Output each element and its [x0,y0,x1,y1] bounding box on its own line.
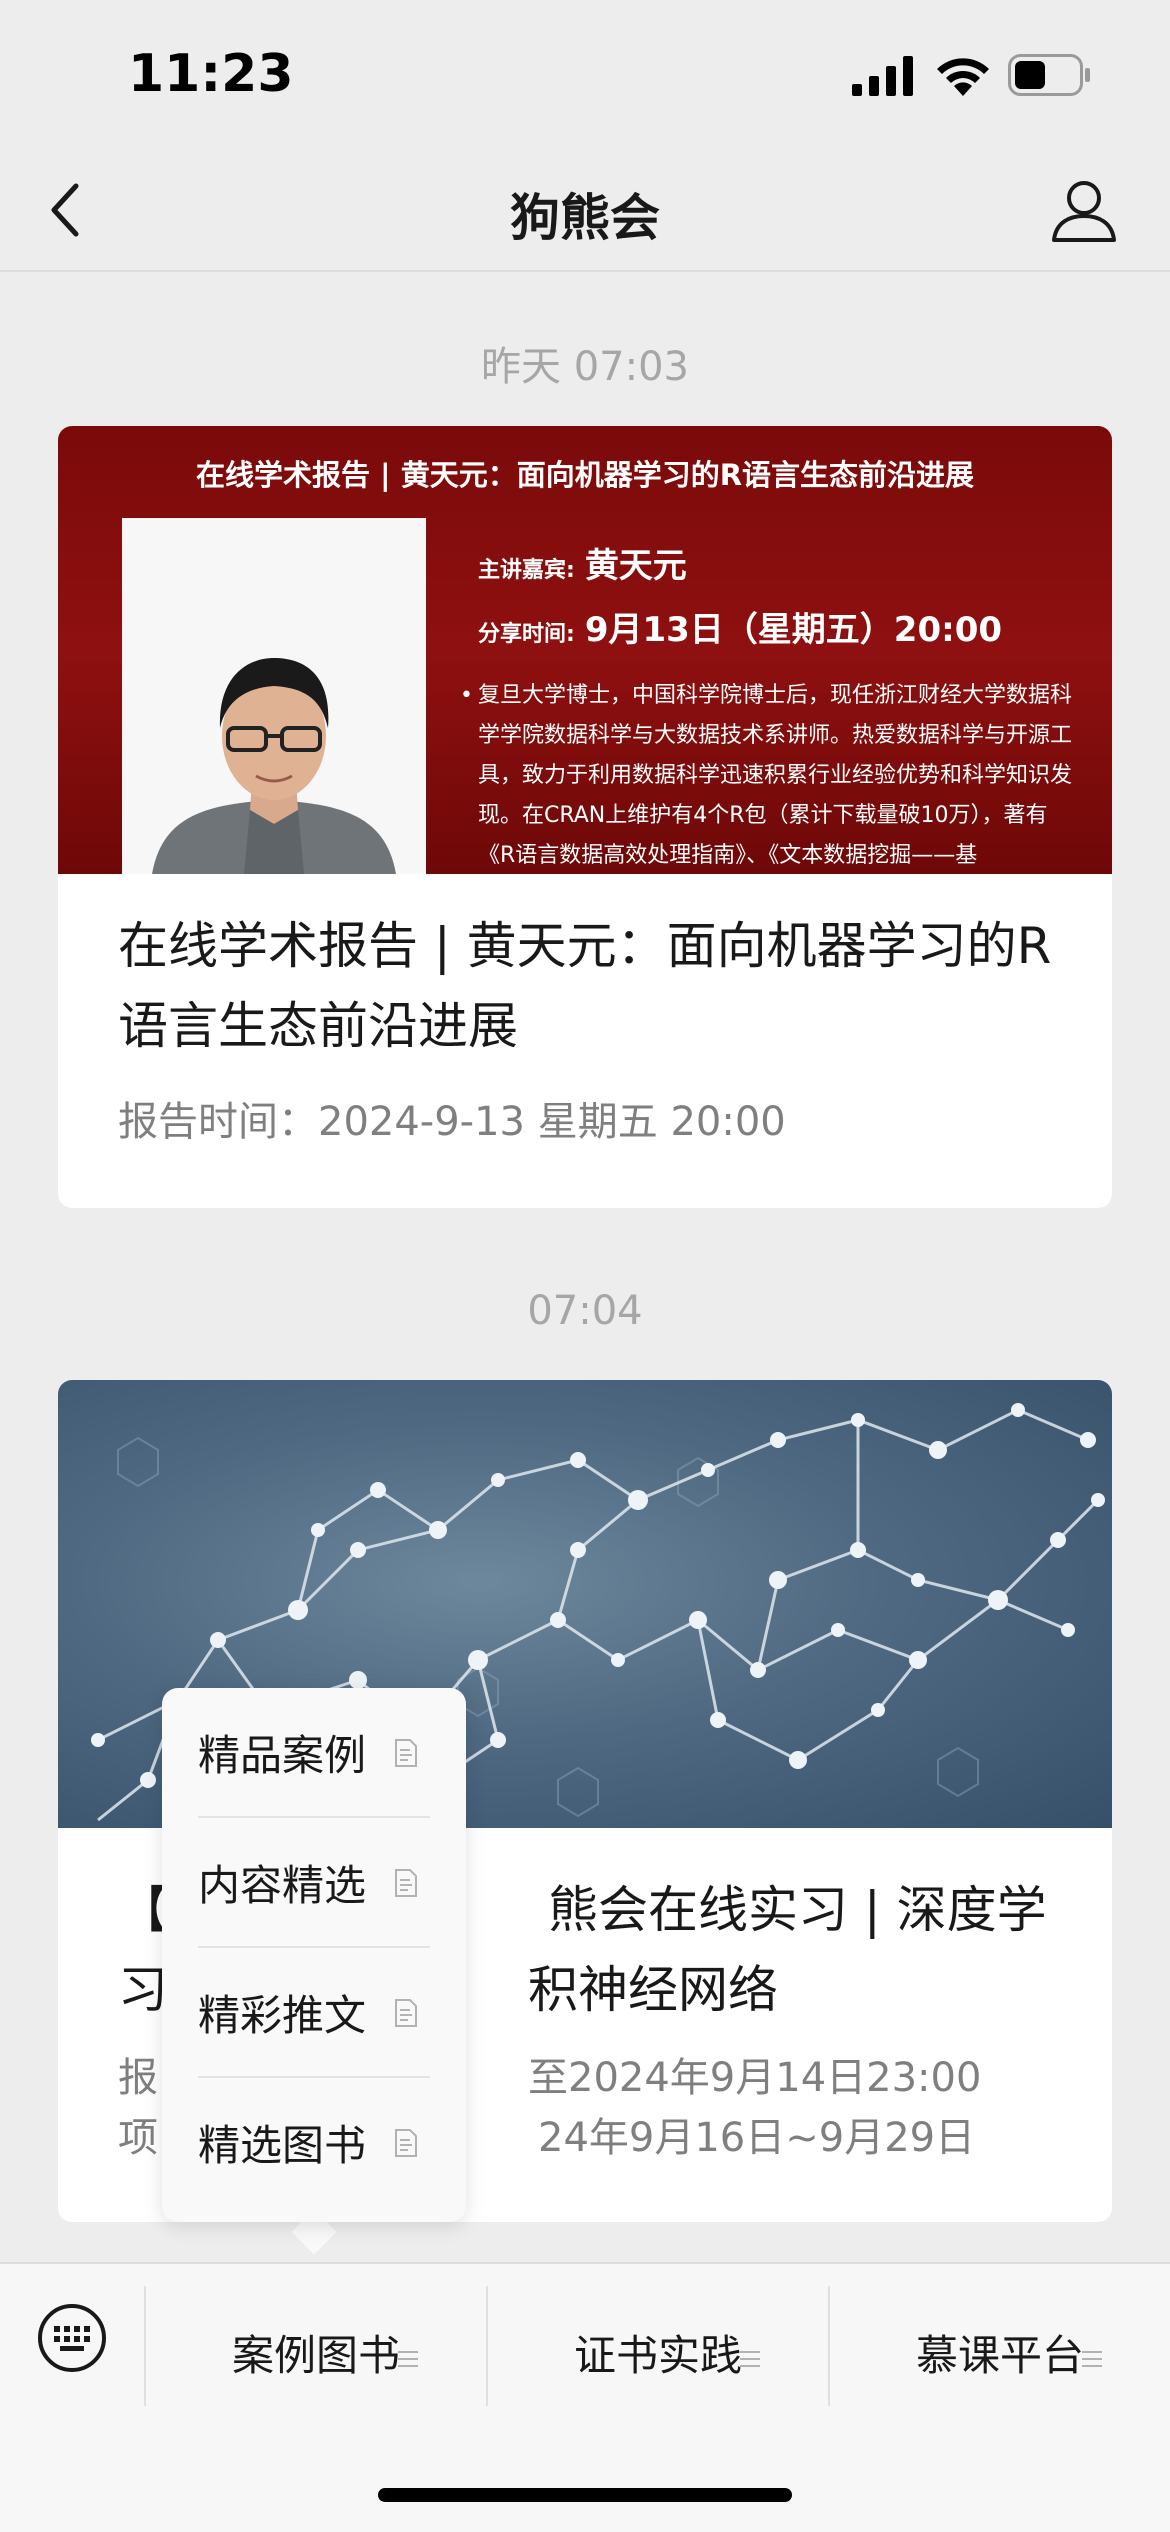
home-indicator[interactable] [378,2488,792,2502]
status-time: 11:23 [128,44,294,104]
submenu-item-featured-cases[interactable]: 精品案例 [198,1688,434,1816]
speaker-name: 黄天元 [584,546,687,586]
banner-title: 在线学术报告 | 黄天元：面向机器学习的R语言生态前沿进展 [195,458,975,492]
speaker-bio-text: 复旦大学博士，中国科学院博士后，现任浙江财经大学数据科学学院数据科学与大数据技术… [478,683,1073,868]
document-icon [395,1999,417,2027]
speaker-bio: • 复旦大学博士，中国科学院博士后，现任浙江财经大学数据科学学院数据科学与大数据技… [460,683,1073,868]
menu-lines-icon [740,2351,760,2367]
wifi-icon [937,58,989,96]
article-title-part: 习 [118,1961,168,2019]
speaker-row: 主讲嘉宾: 黄天元 [478,538,687,587]
submenu-item-label: 内容精选 [198,1861,367,1910]
menu-tab-mooc-platform[interactable]: 慕课平台 [830,2286,1170,2406]
article-desc-part: 报 [118,2055,158,2101]
article-cover-image: 在线学术报告 | 黄天元：面向机器学习的R语言生态前沿进展 主讲嘉宾: 黄天元 分… [58,426,1112,874]
document-icon [395,1739,417,1767]
menu-lines-icon [398,2351,418,2367]
article-title-part: 熊会在线实习 | 深度学 [548,1881,1047,1939]
menu-tab-label: 案例图书 [231,2331,400,2380]
menu-tab-label: 证书实践 [573,2331,742,2380]
status-bar: 11:23 [0,0,1170,150]
page-title: 狗熊会 [510,189,660,247]
submenu-item-label: 精选图书 [198,2121,367,2170]
keyboard-icon[interactable] [36,2302,108,2374]
share-time-row: 分享时间: 9月13日（星期五）20:00 [478,602,1002,651]
article-desc-part: 至2024年9月14日23:00 [528,2055,982,2101]
article-card[interactable]: 在线学术报告 | 黄天元：面向机器学习的R语言生态前沿进展 主讲嘉宾: 黄天元 分… [58,426,1112,1208]
document-icon [395,1869,417,1897]
submenu-item-label: 精品案例 [198,1731,367,1780]
menu-tab-label: 慕课平台 [915,2331,1084,2380]
submenu-item-content-picks[interactable]: 内容精选 [198,1818,434,1946]
battery-icon [1008,54,1090,96]
article-desc-part: 24年9月16日~9月29日 [538,2115,976,2161]
document-icon [395,2129,417,2157]
submenu-item-great-posts[interactable]: 精彩推文 [198,1948,434,2076]
share-time-value: 9月13日（星期五）20:00 [584,610,1003,650]
nav-bar: 狗熊会 [0,150,1170,272]
profile-icon[interactable] [1048,174,1120,246]
article-title: 在线学术报告 | 黄天元：面向机器学习的R语言生态前沿进展 [118,917,1052,1055]
message-timestamp: 昨天 07:03 [481,344,689,390]
menu-tab-case-books[interactable]: 案例图书 [146,2286,486,2406]
article-title-part: 积神经网络 [528,1961,778,2019]
submenu-popup: 精品案例 内容精选 精彩推文 精选图书 [162,1688,466,2222]
share-time-label: 分享时间: [478,622,575,647]
speaker-portrait [122,518,426,874]
cellular-signal-icon [852,56,913,96]
article-desc-part: 项 [118,2115,158,2161]
article-description: 报告时间：2024-9-13 星期五 20:00 [118,1099,786,1145]
speaker-label: 主讲嘉宾: [478,558,575,583]
submenu-item-label: 精彩推文 [198,1991,367,2040]
submenu-item-selected-books[interactable]: 精选图书 [198,2078,434,2206]
menu-lines-icon [1082,2351,1102,2367]
message-timestamp: 07:04 [527,1288,643,1334]
menu-tab-certificate-practice[interactable]: 证书实践 [488,2286,828,2406]
